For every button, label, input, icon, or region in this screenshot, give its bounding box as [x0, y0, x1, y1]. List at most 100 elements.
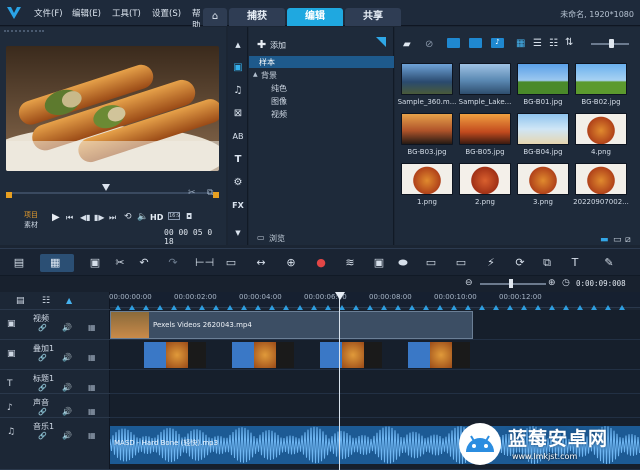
scissors-icon[interactable]: ✂	[188, 188, 198, 198]
overlay-clip[interactable]	[342, 342, 364, 368]
tab-edit[interactable]: 编辑	[287, 8, 343, 26]
overlay-clip[interactable]	[276, 342, 294, 368]
chapter-icon[interactable]: ☷	[42, 296, 50, 306]
hd-toggle[interactable]: HD	[150, 213, 163, 222]
browse-label[interactable]: 浏览	[269, 233, 285, 244]
library-thumbnail[interactable]	[517, 63, 569, 95]
title-track[interactable]	[110, 370, 640, 394]
link-icon[interactable]: 🔗	[38, 324, 47, 332]
track-toggle-icon[interactable]: ▦	[88, 323, 96, 332]
library-thumbnail[interactable]	[401, 113, 453, 145]
track-toggle-icon[interactable]: ▦	[88, 407, 96, 416]
mode-project[interactable]: 项目	[24, 210, 38, 220]
split-icon[interactable]: ⊢⊣	[195, 256, 214, 270]
link-icon[interactable]: 🔗	[38, 408, 47, 416]
tree-item-image[interactable]: 图像	[271, 96, 287, 107]
link-icon[interactable]: 🔗	[38, 354, 47, 362]
tree-group-label[interactable]: 背景	[261, 70, 277, 81]
camera-icon[interactable]: ◘	[186, 212, 192, 221]
overlay-clip[interactable]	[144, 342, 166, 368]
enlarge-icon[interactable]: ⧉	[207, 188, 217, 198]
motion-icon[interactable]: ▣	[372, 256, 386, 270]
tree-root-selected[interactable]: 样本	[249, 56, 394, 68]
link-icon[interactable]: 🔗	[38, 384, 47, 392]
fit-icon[interactable]: ↔	[254, 256, 268, 270]
track-volume-icon[interactable]: 🔊	[62, 431, 72, 440]
video-track[interactable]: Pexels Videos 2620043.mp4	[110, 310, 640, 340]
track-volume-icon[interactable]: 🔊	[62, 383, 72, 392]
track-volume-icon[interactable]: 🔊	[62, 407, 72, 416]
menu-file[interactable]: 文件(F)	[34, 7, 63, 19]
zoom-handle[interactable]	[509, 279, 513, 288]
mark-in-handle[interactable]	[6, 192, 12, 198]
library-thumbnail[interactable]	[459, 113, 511, 145]
library-thumbnail[interactable]	[401, 163, 453, 195]
track-volume-icon[interactable]: 🔊	[62, 323, 72, 332]
playhead-handle[interactable]	[335, 292, 345, 300]
text3d-icon[interactable]: T	[568, 256, 582, 270]
tab-capture[interactable]: 捕获	[229, 8, 285, 26]
trim-icon[interactable]: ⊕	[284, 256, 298, 270]
menu-tools[interactable]: 工具(T)	[112, 7, 141, 19]
title-icon[interactable]: AB	[232, 131, 244, 143]
panel-icon-1[interactable]: ▬	[600, 235, 609, 245]
speed-icon[interactable]: ⚡	[484, 256, 498, 270]
menu-edit[interactable]: 编辑(E)	[72, 7, 101, 19]
loop-icon[interactable]: ⟳	[513, 256, 527, 270]
overlay-clip[interactable]	[364, 342, 382, 368]
disable-icon[interactable]: ⊘	[425, 39, 433, 50]
thumb-size-handle[interactable]	[609, 39, 614, 48]
overlay-clip[interactable]	[430, 342, 452, 368]
overlay-clip[interactable]	[232, 342, 254, 368]
panel-icon-2[interactable]: ▭	[613, 235, 622, 245]
tree-item-color[interactable]: 纯色	[271, 83, 287, 94]
track-header[interactable]: ▣ 叠加1 🔗 🔊 ▦	[0, 340, 110, 370]
library-thumbnail[interactable]	[517, 163, 569, 195]
track-toggle-icon[interactable]: ▦	[88, 353, 96, 362]
tree-collapse-icon[interactable]: ▲	[253, 71, 258, 78]
media-icon[interactable]: ▣	[232, 62, 244, 74]
zoom-out-icon[interactable]: ⊖	[465, 278, 473, 288]
expand-down-icon[interactable]: ▼	[232, 227, 244, 239]
track-toggle-icon[interactable]: ▦	[88, 383, 96, 392]
menu-settings[interactable]: 设置(S)	[152, 7, 181, 19]
home-icon[interactable]: ⏮	[66, 213, 73, 223]
browse-icon[interactable]: ▭	[257, 233, 265, 242]
subtitle-icon[interactable]: ▭	[224, 256, 238, 270]
library-thumbnail[interactable]	[575, 63, 627, 95]
overlay-clip[interactable]	[188, 342, 206, 368]
track-toggle-icon[interactable]: ▦	[88, 431, 96, 440]
text-icon[interactable]: T	[232, 154, 244, 166]
scrubber-handle[interactable]	[102, 184, 110, 191]
transition-icon[interactable]: ⊠	[232, 108, 244, 120]
mode-clip[interactable]: 素材	[24, 220, 38, 230]
library-thumbnail[interactable]	[575, 113, 627, 145]
audio-filter-icon[interactable]: ♪	[491, 38, 504, 48]
fx-icon[interactable]: FX	[232, 200, 244, 212]
storyboard-view-icon[interactable]: ▤	[12, 256, 26, 270]
multicam-icon[interactable]: ▭	[424, 256, 438, 270]
timecode[interactable]: 00 00 05 0 18	[164, 228, 219, 246]
end-icon[interactable]: ⏭	[109, 213, 116, 223]
redo-icon[interactable]: ↷	[166, 256, 180, 270]
track-header[interactable]: T 标题1 🔗 🔊 ▦	[0, 370, 110, 394]
track-header[interactable]: ▣ 视频 🔗 🔊 ▦	[0, 310, 110, 340]
instant-project-icon[interactable]: ♫	[232, 85, 244, 97]
overlay-clip[interactable]	[166, 342, 188, 368]
ripple-icon[interactable]: ▲	[66, 296, 72, 305]
mask-icon[interactable]: ⬬	[396, 256, 410, 270]
tab-share[interactable]: 共享	[345, 8, 401, 26]
play-icon[interactable]: ▶	[52, 212, 60, 223]
volume-icon[interactable]: 🔈	[137, 212, 148, 222]
track-header[interactable]: ♫ 音乐1 🔗 🔊 ▦	[0, 418, 110, 470]
overlay-clip[interactable]	[408, 342, 430, 368]
aspect-icon[interactable]: 16:9	[168, 212, 180, 220]
video-filter-icon[interactable]	[447, 38, 460, 48]
sort-icon[interactable]: ⇅	[565, 37, 573, 48]
graphics-icon[interactable]: ⚙	[232, 177, 244, 189]
repeat-icon[interactable]: ⟲	[124, 212, 132, 222]
add-icon[interactable]: ✚	[257, 38, 266, 51]
overlay-clip[interactable]	[452, 342, 470, 368]
thumbnail-view-icon[interactable]: ▦	[516, 38, 525, 49]
track-manager-icon[interactable]: ▤	[16, 296, 25, 306]
